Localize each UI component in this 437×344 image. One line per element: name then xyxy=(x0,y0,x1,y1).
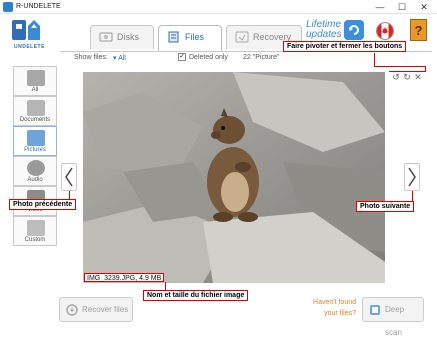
help-button[interactable]: ? xyxy=(410,19,427,41)
title-bar: R-UNDELETE — ☐ ✕ xyxy=(0,0,437,14)
callout-line xyxy=(389,71,426,72)
sidebar-item-documents[interactable]: Documents xyxy=(13,96,57,126)
sidebar-item-label: All xyxy=(31,87,39,93)
recover-icon xyxy=(66,304,78,316)
disk-icon xyxy=(99,32,113,42)
sidebar-item-pictures[interactable]: Pictures xyxy=(13,126,57,156)
callout-file-name-size: Nom et taille du fichier image xyxy=(143,290,249,301)
updates-line2: updates xyxy=(306,29,342,40)
recovery-icon xyxy=(235,31,249,43)
logo-text: UNDELETE xyxy=(14,44,45,50)
sidebar-item-all[interactable]: All xyxy=(13,66,57,96)
sidebar-item-label: Audio xyxy=(27,177,43,183)
rotate-left-button[interactable]: ↺ xyxy=(391,72,401,82)
minimize-button[interactable]: — xyxy=(369,0,391,14)
deep-scan-label: Deep scan xyxy=(385,305,405,337)
pictures-icon xyxy=(27,130,45,146)
close-preview-button[interactable]: ✕ xyxy=(413,72,423,82)
sidebar-item-label: Pictures xyxy=(24,147,46,153)
next-photo-button[interactable] xyxy=(404,163,420,191)
squirrel-photo xyxy=(83,72,385,283)
callout-next-photo: Photo suivante xyxy=(356,201,415,212)
havent-found-line1: Haven't found xyxy=(313,299,356,306)
previous-photo-button[interactable] xyxy=(61,163,77,191)
havent-found-line2: your files? xyxy=(324,310,356,317)
havent-found-link[interactable]: Haven't found your files? xyxy=(300,297,356,319)
audio-icon xyxy=(27,160,45,176)
photo-preview xyxy=(83,72,385,283)
close-window-button[interactable]: ✕ xyxy=(413,0,435,14)
callout-line xyxy=(374,66,426,67)
recover-files-label: Recover files xyxy=(82,305,129,314)
callout-previous-photo: Photo précédente xyxy=(9,199,77,210)
deep-scan-button[interactable]: Deep scan xyxy=(362,297,424,337)
language-flag-icon[interactable] xyxy=(376,22,394,40)
custom-icon xyxy=(27,220,45,236)
all-files-icon xyxy=(27,70,45,86)
sidebar-item-audio[interactable]: Audio xyxy=(13,156,57,186)
recover-files-button[interactable]: Recover files xyxy=(59,297,133,322)
sidebar-item-custom[interactable]: Custom xyxy=(13,216,57,246)
lifetime-updates-link[interactable]: Lifetime updates xyxy=(306,20,342,40)
refresh-icon[interactable] xyxy=(344,20,364,40)
r-undelete-logo xyxy=(12,20,40,40)
window-title: R-UNDELETE xyxy=(16,3,61,10)
chevron-left-icon xyxy=(65,167,73,187)
deep-scan-icon xyxy=(370,305,380,315)
rotate-right-button[interactable]: ↻ xyxy=(402,72,412,82)
callout-line xyxy=(374,53,375,67)
maximize-button[interactable]: ☐ xyxy=(391,0,413,14)
tab-disks[interactable]: Disks xyxy=(90,25,154,49)
callout-rotate-close: Faire pivoter et fermer les boutons xyxy=(283,41,407,52)
app-icon xyxy=(3,2,13,12)
tab-files-label: Files xyxy=(185,32,205,42)
tab-files[interactable]: Files xyxy=(158,25,222,52)
sidebar-item-label: Documents xyxy=(19,117,51,123)
tab-disks-label: Disks xyxy=(117,32,139,42)
files-icon xyxy=(168,31,179,43)
sidebar-item-label: Custom xyxy=(24,237,46,243)
file-name-size-label: IMG_3239.JPG, 4.9 MB xyxy=(84,273,165,282)
documents-icon xyxy=(27,100,45,116)
chevron-right-icon xyxy=(408,167,416,187)
